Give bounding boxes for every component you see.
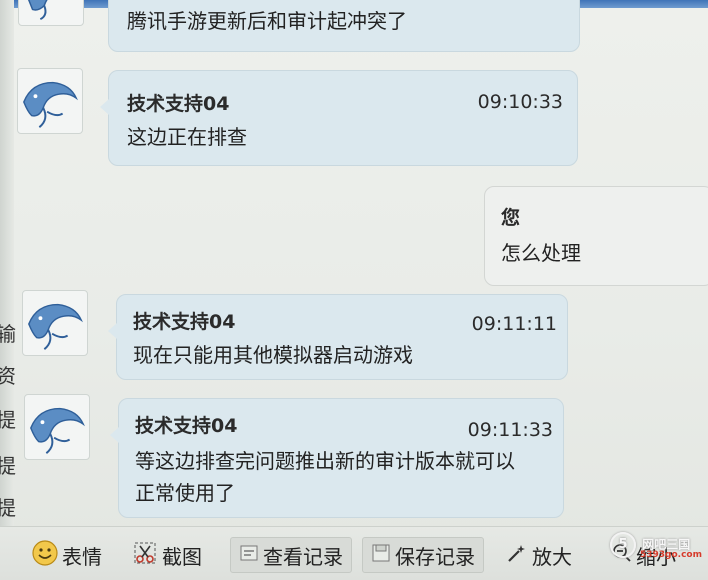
message-text-line: 等这边排查完问题推出新的审计版本就可以 (135, 449, 515, 473)
message-bubble: 技术支持04 09:10:33 这边正在排查 (100, 70, 578, 166)
sender-name: 技术支持04 (135, 415, 238, 437)
save-history-label: 保存记录 (395, 544, 475, 569)
zoom-in-icon (506, 542, 528, 569)
dolphin-avatar-icon (30, 407, 85, 454)
message-text: 这边正在排查 (127, 125, 247, 149)
message-time: 09:10:33 (477, 91, 563, 113)
avatar[interactable] (18, 0, 84, 26)
user-message-bubble: 您 怎么处理 (484, 186, 708, 286)
emoji-button[interactable]: 表情 (32, 537, 102, 573)
sender-name: 您 (501, 207, 521, 229)
avatar[interactable] (24, 394, 90, 460)
message-text: 怎么处理 (501, 241, 581, 265)
bubble-tail (108, 323, 117, 339)
message-text-line: 正常使用了 (135, 481, 235, 505)
message-text: 腾讯手游更新后和审计起冲突了 (127, 9, 407, 33)
chat-window: 输 资 提 提 提 提 腾讯手游更新后和审计起冲突了 技术支持04 09:10:… (0, 0, 708, 580)
view-history-button[interactable]: 查看记录 (230, 537, 352, 573)
sender-name: 技术支持04 (127, 93, 230, 115)
smiley-icon (32, 539, 58, 571)
zoom-in-label: 放大 (532, 544, 572, 569)
watermark-logo-icon: 5 (610, 532, 636, 558)
avatar[interactable] (17, 68, 83, 134)
dolphin-avatar-icon (27, 0, 48, 21)
history-icon (239, 543, 259, 568)
watermark-domain: 5393go.com (640, 550, 702, 560)
message-bubble: 技术支持04 09:11:11 现在只能用其他模拟器启动游戏 (108, 294, 568, 380)
message-time: 09:11:11 (471, 313, 557, 335)
scissors-icon (132, 540, 158, 571)
left-edge-char: 提 (0, 496, 16, 520)
left-edge-char: 资 (0, 364, 16, 388)
dolphin-avatar-icon (23, 81, 78, 128)
screenshot-label: 截图 (162, 544, 202, 569)
message-bubble: 技术支持04 09:11:33 等这边排查完问题推出新的审计版本就可以 正常使用… (110, 398, 564, 518)
left-edge-char: 提 (0, 454, 16, 478)
view-history-label: 查看记录 (263, 544, 343, 569)
message-bubble: 腾讯手游更新后和审计起冲突了 (108, 0, 580, 52)
sender-name: 技术支持04 (133, 311, 236, 333)
bubble-tail (110, 427, 119, 443)
save-history-button[interactable]: 保存记录 (362, 537, 484, 573)
bubble-tail (100, 99, 109, 115)
left-edge-char: 提 (0, 408, 16, 432)
chat-toolbar: 表情 截图 查看记录 保存记录 放大 缩小 (0, 526, 708, 580)
save-icon (371, 543, 391, 568)
message-text: 现在只能用其他模拟器启动游戏 (133, 343, 413, 367)
screenshot-button[interactable]: 截图 (132, 537, 202, 573)
zoom-in-button[interactable]: 放大 (506, 537, 572, 573)
left-edge-char: 输 (0, 322, 16, 346)
emoji-label: 表情 (62, 544, 102, 569)
avatar[interactable] (22, 290, 88, 356)
dolphin-avatar-icon (28, 303, 83, 350)
message-time: 09:11:33 (467, 419, 553, 441)
left-panel-edge: 输 资 提 提 提 提 (0, 0, 16, 580)
site-watermark: 5 网吧三国 5393go.com (610, 532, 702, 560)
